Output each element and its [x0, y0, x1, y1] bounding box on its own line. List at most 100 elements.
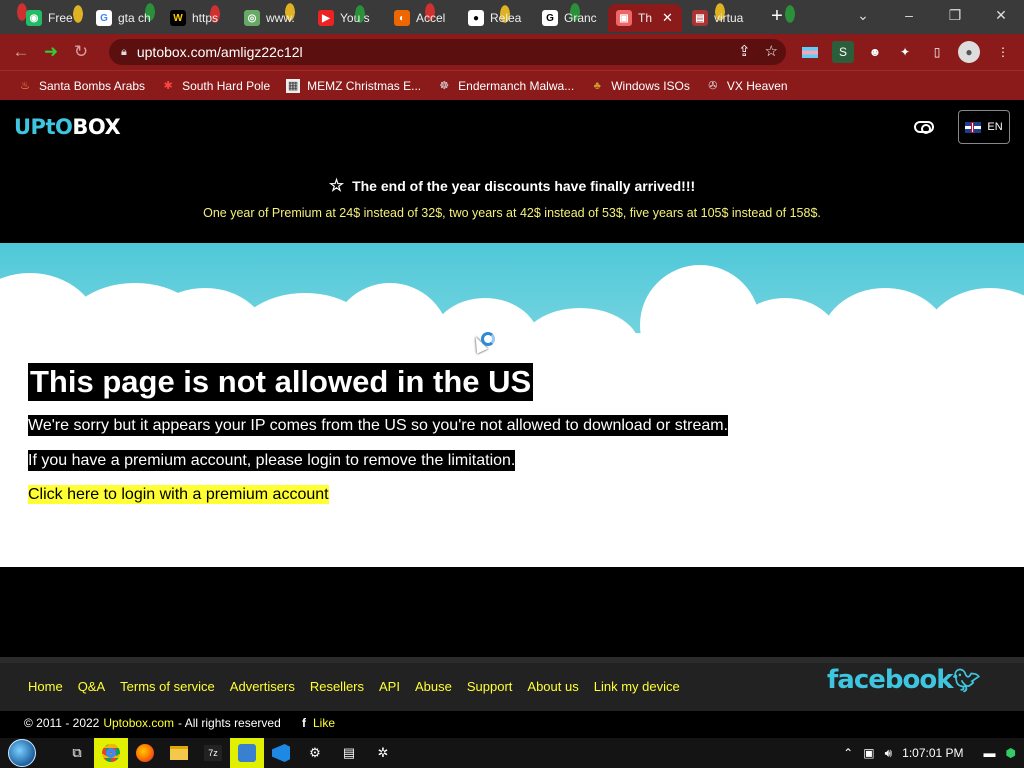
show-desktop-icon[interactable]: ⬢	[1006, 746, 1016, 760]
tray-overflow-icon[interactable]: ⌃	[843, 746, 853, 760]
promo-title: ☆ The end of the year discounts have fina…	[328, 176, 696, 195]
taskbar-vscode-icon[interactable]	[264, 738, 298, 768]
extension-s-icon[interactable]: S	[832, 41, 854, 63]
profile-avatar-icon[interactable]: ●	[958, 41, 980, 63]
extensions-puzzle-icon[interactable]: ✦	[894, 41, 916, 63]
premium-message: If you have a premium account, please lo…	[28, 450, 516, 471]
promo-text: One year of Premium at 24$ instead of 32…	[203, 206, 821, 220]
bookmarks-bar: ♨ Santa Bombs Arabs ✱ South Hard Pole ▦ MEM…	[0, 70, 1024, 100]
tab-6[interactable]: ◐ Accel	[386, 4, 458, 32]
w-icon: W	[170, 10, 186, 26]
star-outline-icon: ☆	[328, 176, 345, 195]
premium-login-link[interactable]: Click here to login with a premium accou…	[28, 485, 329, 504]
taskbar-settings-icon[interactable]: ✲	[366, 738, 400, 768]
new-tab-button[interactable]: +	[766, 6, 788, 28]
page-icon: ▦	[286, 78, 301, 93]
network-icon[interactable]: ▣	[863, 746, 874, 760]
bookmark-memz[interactable]: ▦ MEMZ Christmas E...	[280, 74, 427, 98]
close-window-button[interactable]: ✕	[978, 0, 1024, 30]
lock-icon[interactable]: 🔒︎	[121, 46, 127, 59]
uptobox-logo[interactable]: UPtOBOX	[14, 115, 121, 139]
uk-flag-icon	[965, 121, 982, 133]
site-header: UPtOBOX EN	[0, 101, 1024, 153]
share-icon[interactable]: ⇪	[738, 42, 751, 60]
footer-link-support[interactable]: Support	[467, 679, 513, 694]
copyright: © 2011 - 2022 Uptobox.com - All rights res…	[24, 716, 281, 730]
facebook-f-icon: f	[302, 716, 306, 730]
globe-icon: ◉	[26, 10, 42, 26]
footer-link-about[interactable]: About us	[527, 679, 578, 694]
bookmark-south-hard-pole[interactable]: ✱ South Hard Pole	[155, 74, 276, 98]
bookmark-vx-heaven[interactable]: ✇ VX Heaven	[700, 74, 794, 98]
ip-message: We're sorry but it appears your IP comes…	[28, 415, 729, 436]
youtube-icon: ▶	[318, 10, 334, 26]
theme-toggle-icon[interactable]	[914, 121, 934, 134]
reload-button[interactable]: ↻	[66, 37, 96, 67]
tab-5[interactable]: ▶ You s	[310, 4, 382, 32]
language-selector[interactable]: EN	[958, 110, 1010, 144]
volume-icon[interactable]: 🔊︎	[885, 746, 893, 761]
notifications-icon[interactable]: ▬	[984, 746, 996, 760]
page-heading: This page is not allowed in the US	[28, 363, 534, 401]
tab-search-icon[interactable]: ⌄	[840, 0, 886, 30]
twitter-bird-icon: 🐦︎	[952, 669, 981, 694]
browser-menu-icon[interactable]: ⋮	[992, 41, 1014, 63]
restore-button[interactable]: ❐	[932, 0, 978, 30]
tab-7[interactable]: ● Relea	[460, 4, 532, 32]
footer-link-qa[interactable]: Q&A	[78, 679, 105, 694]
accel-icon: ◐	[394, 10, 410, 26]
extension-flag-icon[interactable]	[799, 41, 821, 63]
tab-1[interactable]: ◉ Free	[18, 4, 86, 32]
uptobox-link[interactable]: Uptobox.com	[103, 716, 174, 730]
start-button[interactable]	[0, 738, 44, 768]
address-bar[interactable]: 🔒︎ uptobox.com/amligz22c12l ⇪ ☆	[109, 39, 786, 65]
taskbar-app-icon[interactable]: ⚙	[298, 738, 332, 768]
taskbar-explorer-icon[interactable]	[162, 738, 196, 768]
footer-link-advertisers[interactable]: Advertisers	[230, 679, 295, 694]
tree-icon: ♣	[593, 79, 601, 92]
taskbar-firefox-icon[interactable]	[128, 738, 162, 768]
chart-icon: ▤	[692, 10, 708, 26]
tab-10[interactable]: ▤ virtua	[684, 4, 758, 32]
footer-link-device[interactable]: Link my device	[594, 679, 680, 694]
star-icon: ✱	[163, 80, 173, 92]
side-panel-icon[interactable]: ▯	[926, 41, 948, 63]
forward-button[interactable]: ➜	[36, 37, 66, 67]
bookmark-star-icon[interactable]: ☆	[765, 42, 778, 60]
taskbar-sandbox-icon[interactable]	[230, 738, 264, 768]
tab-active[interactable]: ▣ Th ✕	[608, 4, 682, 32]
tab-8[interactable]: G Granc	[534, 4, 606, 32]
bookmark-endermanch[interactable]: ☸ Endermanch Malwa...	[431, 74, 580, 98]
web-page: UPtOBOX EN ☆ The end of the year discount…	[0, 101, 1024, 735]
flame-icon: ♨	[20, 80, 30, 92]
minimize-button[interactable]: –	[886, 0, 932, 30]
extension-avatar-icon[interactable]: ☻	[864, 41, 886, 63]
taskbar-chrome-icon[interactable]	[94, 738, 128, 768]
footer-link-api[interactable]: API	[379, 679, 400, 694]
facebook-twitter-logo[interactable]: facebook🐦︎	[827, 665, 981, 695]
tab-3[interactable]: Whttps	[162, 4, 234, 32]
busy-spinner-icon	[481, 332, 495, 346]
task-view-icon[interactable]: ⧉	[60, 738, 94, 768]
close-tab-icon[interactable]: ✕	[662, 10, 673, 26]
footer-link-resellers[interactable]: Resellers	[310, 679, 364, 694]
footer-link-terms[interactable]: Terms of service	[120, 679, 215, 694]
cat-icon: ☸	[439, 80, 450, 92]
footer-links: Home Q&A Terms of service Advertisers Re…	[28, 679, 680, 694]
clock[interactable]: 1:07:01 PM	[902, 746, 963, 760]
tab-4[interactable]: ◎ www.	[236, 4, 308, 32]
footer-link-home[interactable]: Home	[28, 679, 63, 694]
globe-icon: ◎	[244, 10, 260, 26]
taskbar-7zip-icon[interactable]: 7z	[196, 738, 230, 768]
facebook-like-button[interactable]: f Like	[302, 716, 335, 730]
bug-icon: ✇	[708, 80, 718, 92]
url-text: uptobox.com/amligz22c12l	[136, 44, 303, 60]
taskbar-notepad-icon[interactable]: ▤	[332, 738, 366, 768]
tab-strip: ◉ Free Ggta ch Whttps ◎ www. ▶ You s ◐ Accel…	[0, 0, 1024, 34]
tab-2[interactable]: Ggta ch	[88, 4, 160, 32]
google-icon: G	[96, 10, 112, 26]
bookmark-windows-isos[interactable]: ♣ Windows ISOs	[584, 74, 696, 98]
footer-link-abuse[interactable]: Abuse	[415, 679, 452, 694]
bookmark-santa-bombs[interactable]: ♨ Santa Bombs Arabs	[12, 74, 151, 98]
back-button[interactable]: ←	[6, 37, 36, 67]
